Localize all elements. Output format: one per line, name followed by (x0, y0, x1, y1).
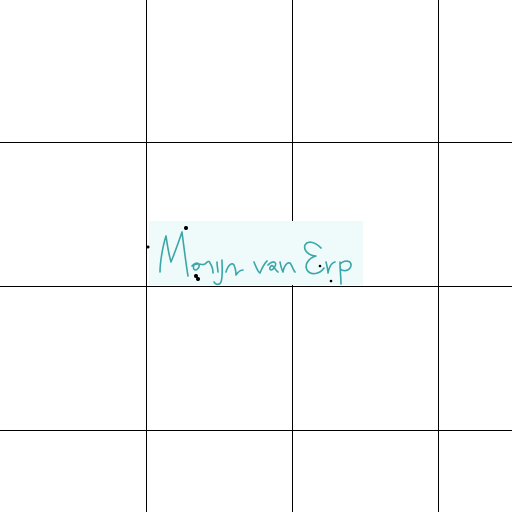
signature-stroke-m (159, 231, 189, 277)
handwritten-signature (146, 226, 352, 286)
signature-point-marker (196, 277, 200, 281)
signature-stroke-rp (325, 260, 352, 285)
signature-point-marker (318, 264, 322, 268)
canvas (0, 0, 512, 512)
signature-stroke-van (253, 260, 296, 274)
signature-stroke-e (303, 241, 325, 275)
signature-stroke-erijn (191, 259, 244, 286)
signature-point-marker (146, 245, 150, 249)
signature-point-marker (184, 226, 188, 230)
signature-point-marker (329, 279, 333, 283)
